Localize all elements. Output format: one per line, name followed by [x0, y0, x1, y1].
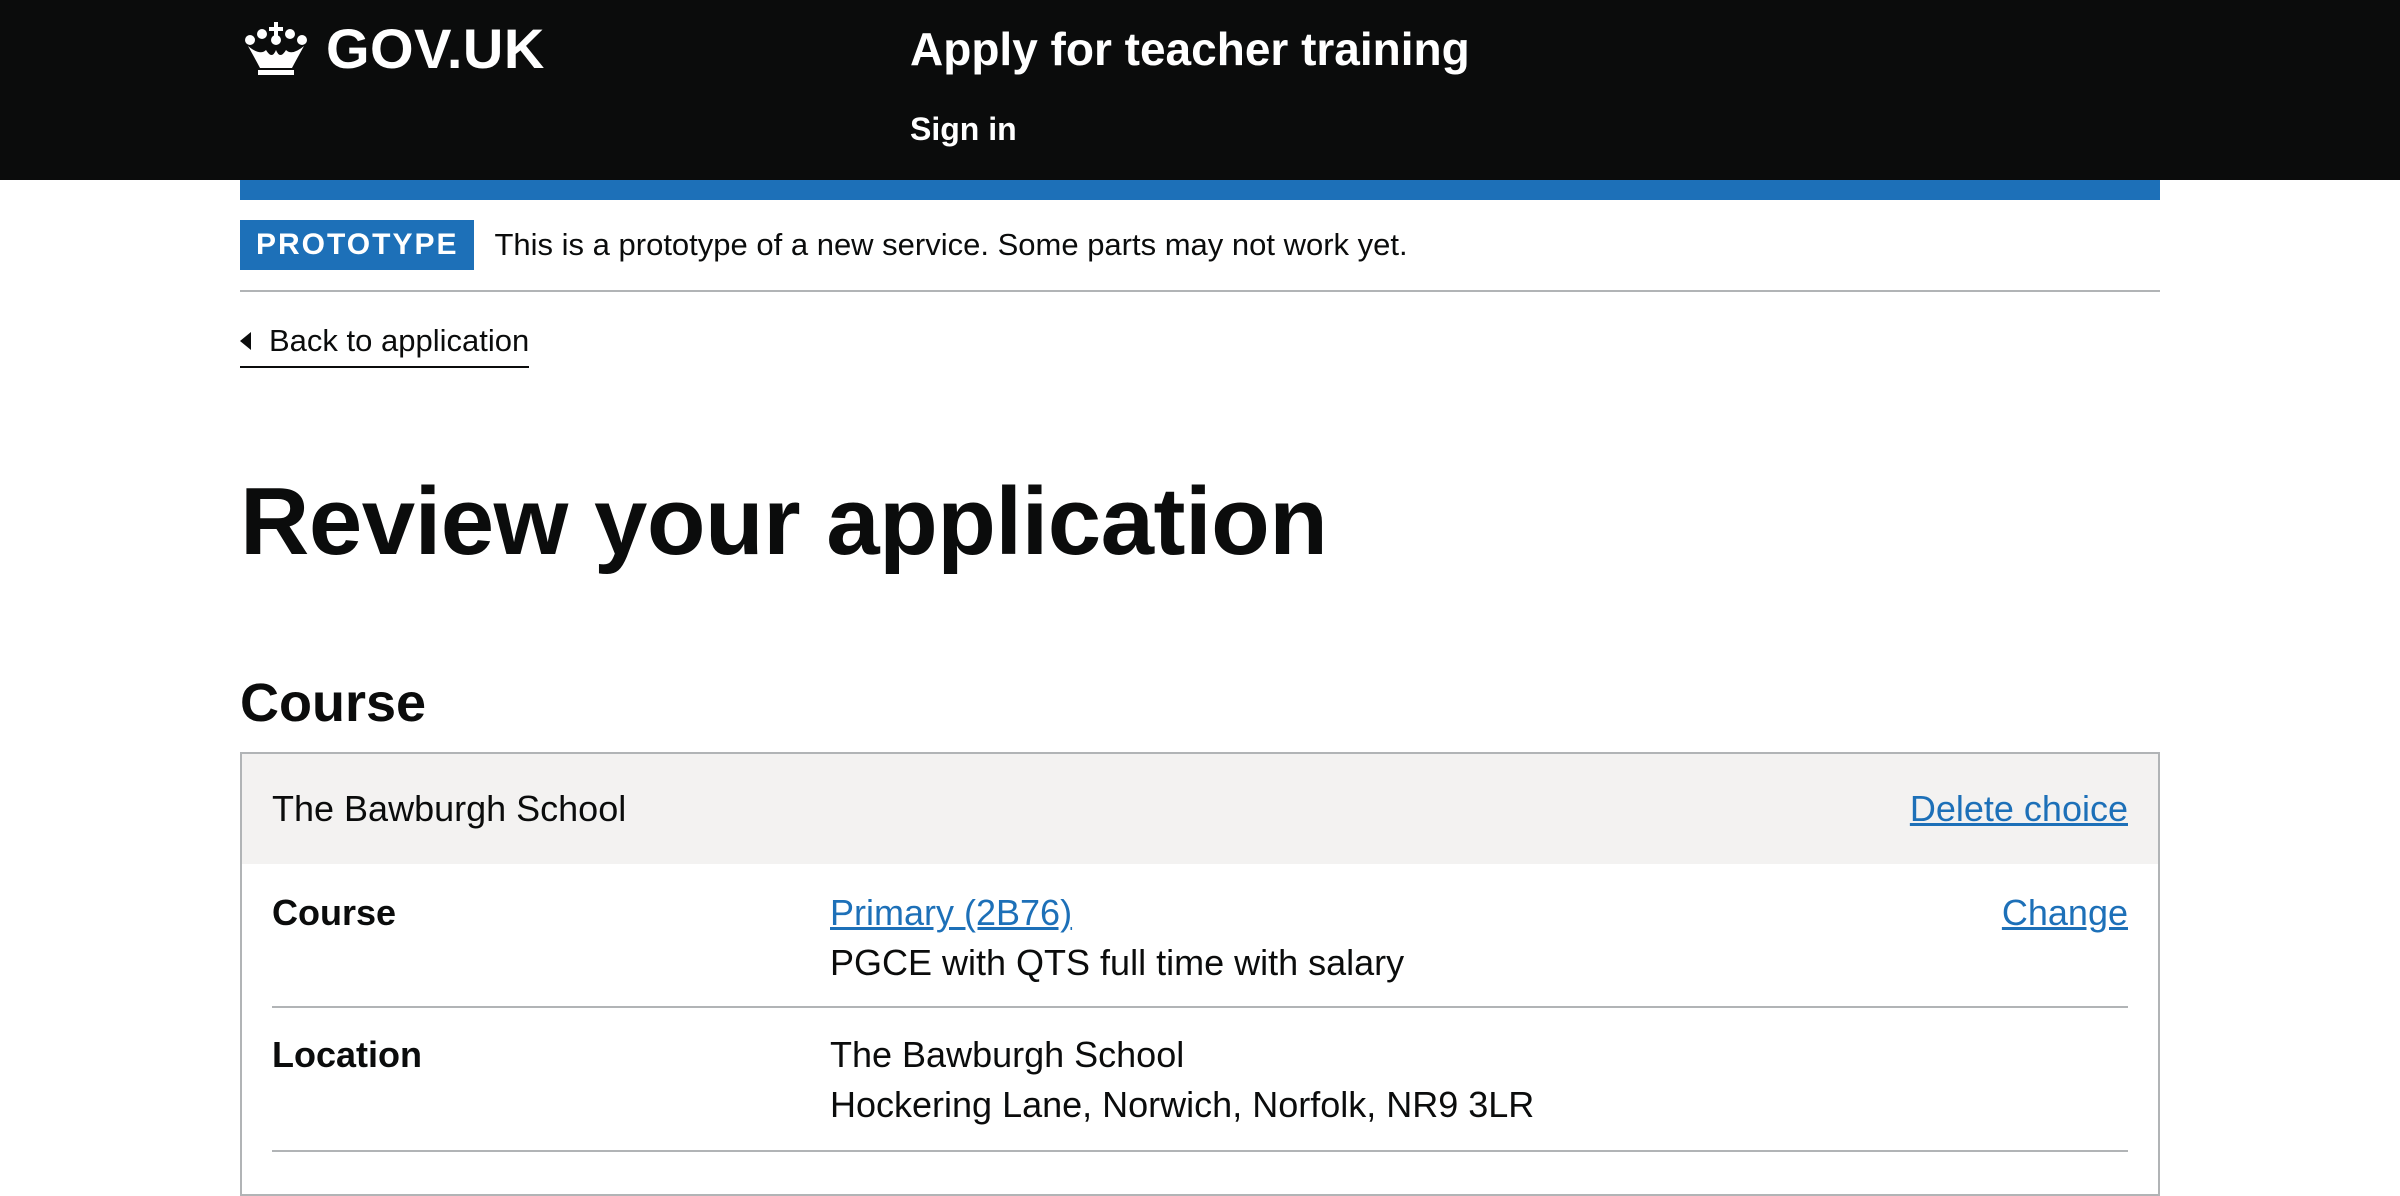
phase-banner-text: This is a prototype of a new service. So… [494, 227, 1408, 262]
location-address: Hockering Lane, Norwich, Norfolk, NR9 3L… [830, 1084, 1535, 1125]
summary-row-location: Location The Bawburgh School Hockering L… [272, 1008, 2128, 1152]
summary-key-course: Course [272, 892, 397, 933]
delete-choice-link[interactable]: Delete choice [1910, 784, 2128, 834]
back-chevron-icon [240, 332, 251, 350]
course-link[interactable]: Primary (2B76) [830, 892, 1072, 933]
summary-value-course: Primary (2B76) PGCE with QTS full time w… [830, 888, 1404, 988]
header-blue-bar [240, 180, 2160, 200]
phase-banner: PROTOTYPE This is a prototype of a new s… [240, 200, 2160, 292]
course-description: PGCE with QTS full time with salary [830, 942, 1405, 983]
site-header: GOV.UK Apply for teacher training Sign i… [0, 0, 2400, 180]
summary-value-location: The Bawburgh School Hockering Lane, Norw… [830, 1030, 1534, 1130]
card-header: The Bawburgh School Delete choice [242, 754, 2158, 864]
crown-icon [245, 22, 307, 75]
summary-row-course: Course Primary (2B76) PGCE with QTS full… [272, 864, 2128, 1008]
back-link-label: Back to application [269, 323, 530, 358]
service-name-link[interactable]: Apply for teacher training [910, 18, 1470, 80]
page-title: Review your application [240, 468, 1328, 575]
summary-key-location: Location [272, 1034, 422, 1075]
back-link[interactable]: Back to application [240, 318, 530, 368]
phase-tag: PROTOTYPE [240, 220, 475, 270]
govuk-logo-link[interactable]: GOV.UK [240, 16, 545, 80]
logo-text: GOV.UK [326, 16, 545, 80]
sign-in-link[interactable]: Sign in [910, 106, 1017, 152]
card-school-name: The Bawburgh School [272, 788, 627, 829]
location-name: The Bawburgh School [830, 1034, 1185, 1075]
course-choice-card: The Bawburgh School Delete choice Course… [240, 752, 2160, 1196]
section-heading-course: Course [240, 673, 427, 733]
change-course-link[interactable]: Change [2002, 888, 2128, 938]
